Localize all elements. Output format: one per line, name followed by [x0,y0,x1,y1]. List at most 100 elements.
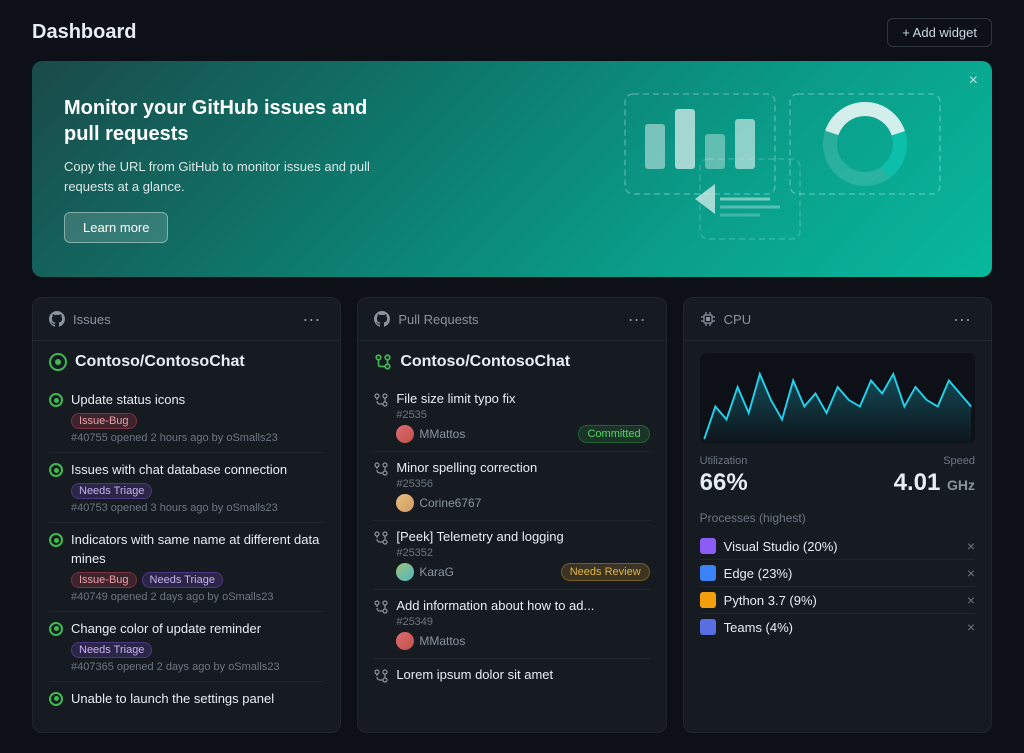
issue-item: Indicators with same name at different d… [49,523,324,611]
issue-meta: #40753 opened 3 hours ago by oSmalls23 [71,502,324,514]
pr-author: KaraG [396,563,454,581]
pr-meta: MMattos [396,632,649,650]
page-title: Dashboard [32,21,136,44]
issue-tag: Needs Triage [71,642,152,658]
issue-tag: Needs Triage [71,483,152,499]
learn-more-button[interactable]: Learn more [64,212,168,243]
process-item: Visual Studio (20%) × [700,533,975,560]
process-item: Teams (4%) × [700,614,975,640]
process-icon [700,538,716,554]
pr-item: [Peek] Telemetry and logging #25352 Kara… [374,521,649,590]
processes-list: Visual Studio (20%) × Edge (23%) × Pytho… [700,533,975,640]
header: Dashboard + Add widget [0,0,1024,61]
process-close-button[interactable]: × [967,592,975,608]
cpu-section-label: CPU [724,312,751,327]
issue-dot [49,692,63,706]
issue-meta: #407365 opened 2 days ago by oSmalls23 [71,661,324,673]
speed-value: 4.01 GHz [894,469,975,497]
process-item: Python 3.7 (9%) × [700,587,975,614]
banner-title: Monitor your GitHub issues and pull requ… [64,95,404,147]
pr-number: #25352 [396,547,649,559]
issue-tags: Issue-Bug Needs Triage [71,572,324,588]
cpu-stats: Utilization 66% Speed 4.01 GHz [700,455,975,497]
banner: Monitor your GitHub issues and pull requ… [32,61,992,277]
pr-widget-header: Pull Requests ··· [358,298,665,341]
issue-content: Update status icons Issue-Bug#40755 open… [71,391,324,444]
cpu-more-button[interactable]: ··· [949,310,975,328]
utilization-label: Utilization [700,455,748,467]
cpu-widget: CPU ··· [683,297,992,733]
issues-widget-body: Contoso/ContosoChat Update status icons … [33,341,340,732]
process-close-button[interactable]: × [967,565,975,581]
issue-title: Unable to launch the settings panel [71,690,324,708]
issue-tags: Needs Triage [71,483,324,499]
pr-author: MMattos [396,425,465,443]
author-avatar [396,632,414,650]
author-name: KaraG [419,565,454,579]
add-widget-button[interactable]: + Add widget [887,18,992,47]
issue-item: Update status icons Issue-Bug#40755 open… [49,383,324,453]
pr-merge-icon [374,600,388,614]
pr-content: [Peek] Telemetry and logging #25352 Kara… [396,529,649,581]
cpu-icon [700,311,716,327]
pr-content: Minor spelling correction #25356 Corine6… [396,460,649,512]
issue-title: Issues with chat database connection [71,461,324,479]
process-close-button[interactable]: × [967,538,975,554]
pr-number: #25356 [396,478,649,490]
issues-repo-name: Contoso/ContosoChat [49,353,324,371]
issue-dot [49,622,63,636]
author-avatar [396,425,414,443]
issue-item: Issues with chat database connection Nee… [49,453,324,523]
cpu-chart [700,353,975,443]
pr-list: File size limit typo fix #2535 MMattos C… [374,383,649,694]
issue-title: Indicators with same name at different d… [71,531,324,567]
pr-status-badge: Needs Review [561,563,650,581]
cpu-speed: Speed 4.01 GHz [894,455,975,497]
banner-text: Monitor your GitHub issues and pull requ… [64,95,404,243]
issue-tag: Issue-Bug [71,572,137,588]
pr-title: Lorem ipsum dolor sit amet [396,667,649,682]
cpu-widget-header: CPU ··· [684,298,991,341]
author-avatar [396,494,414,512]
issue-item: Unable to launch the settings panel [49,682,324,720]
issue-tags: Needs Triage [71,642,324,658]
issues-widget-header: Issues ··· [33,298,340,341]
pr-widget-body: Contoso/ContosoChat File size limit typo… [358,341,665,706]
pr-item: Add information about how to ad... #2534… [374,590,649,659]
pr-repo-name: Contoso/ContosoChat [374,353,649,371]
issue-content: Indicators with same name at different d… [71,531,324,602]
pr-title: Minor spelling correction [396,460,649,475]
issue-meta: #40749 opened 2 days ago by oSmalls23 [71,591,324,603]
pr-author: Corine6767 [396,494,481,512]
author-name: Corine6767 [419,496,481,510]
banner-close-button[interactable]: × [969,73,978,89]
issue-content: Change color of update reminder Needs Tr… [71,620,324,673]
issue-meta: #40755 opened 2 hours ago by oSmalls23 [71,432,324,444]
issue-dot [49,533,63,547]
issue-title: Change color of update reminder [71,620,324,638]
pr-widget: Pull Requests ··· Contoso/ContosoChat [357,297,666,733]
process-name: Teams (4%) [724,620,967,635]
issue-tags: Issue-Bug [71,413,324,429]
process-close-button[interactable]: × [967,619,975,635]
pr-meta: MMattos Committed [396,425,649,443]
widgets-row: Issues ··· Contoso/ContosoChat Update st… [32,297,992,733]
author-avatar [396,563,414,581]
issues-more-button[interactable]: ··· [298,310,324,328]
pr-item: Lorem ipsum dolor sit amet [374,659,649,694]
pr-title: File size limit typo fix [396,391,649,406]
pr-merge-icon [374,669,388,683]
pr-more-button[interactable]: ··· [624,310,650,328]
cpu-widget-body: Utilization 66% Speed 4.01 GHz Processes… [684,341,991,652]
issues-widget: Issues ··· Contoso/ContosoChat Update st… [32,297,341,733]
pr-content: File size limit typo fix #2535 MMattos C… [396,391,649,443]
github-pr-icon [374,311,390,327]
utilization-value: 66% [700,469,748,497]
pr-merge-icon [374,393,388,407]
pr-section-label: Pull Requests [398,312,478,327]
banner-illustration [620,89,960,249]
process-icon [700,619,716,635]
issue-tag: Needs Triage [142,572,223,588]
issue-item: Change color of update reminder Needs Tr… [49,612,324,682]
process-name: Edge (23%) [724,566,967,581]
